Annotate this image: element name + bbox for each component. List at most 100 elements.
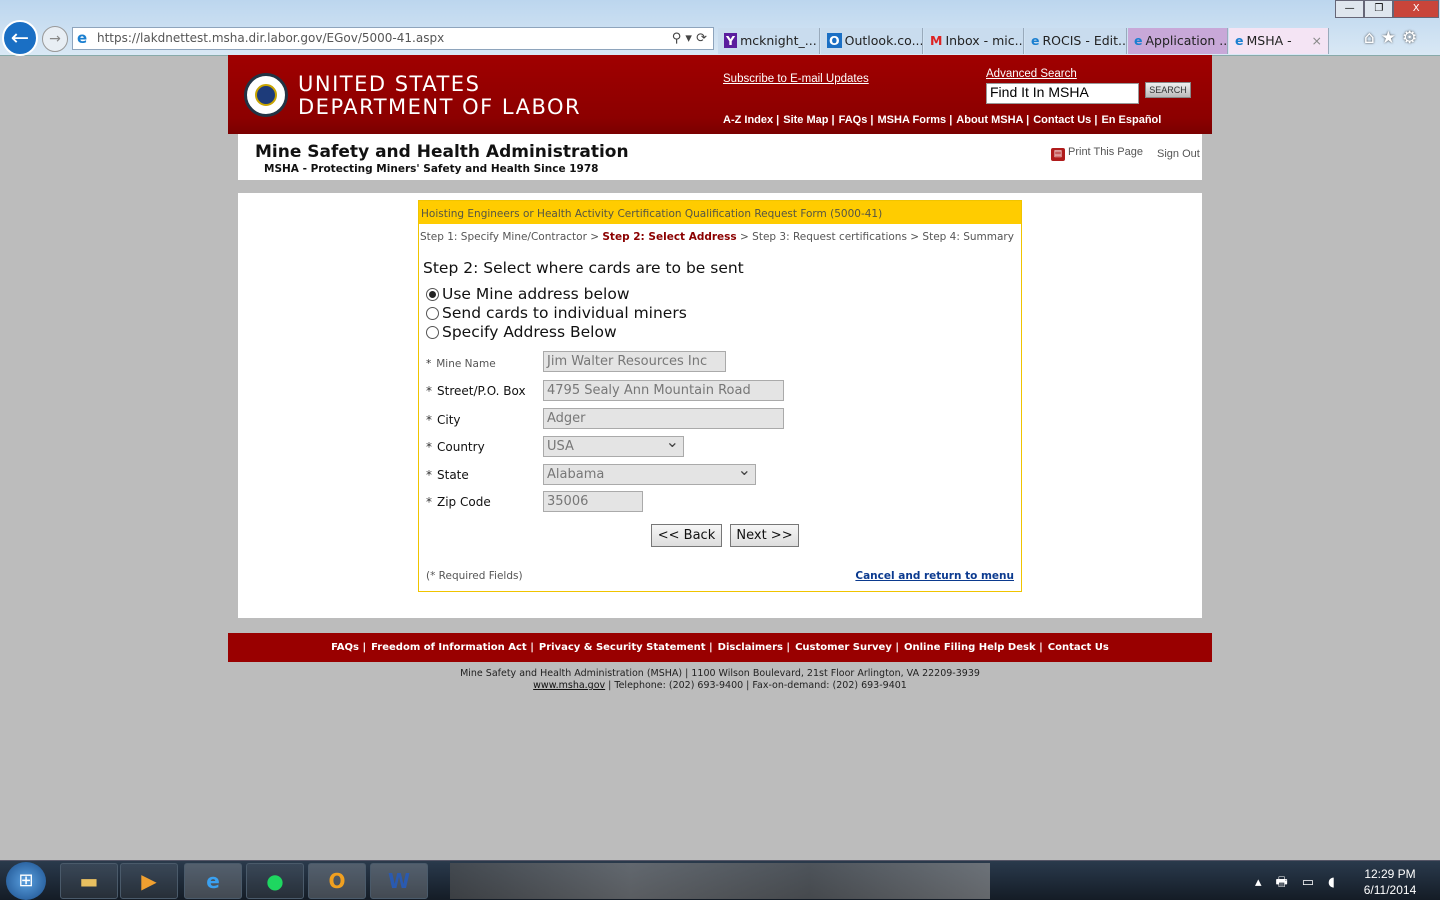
ie-taskbar-icon[interactable]: e (184, 863, 242, 899)
required-mark: * (426, 413, 432, 427)
next-step-button[interactable]: Next >> (730, 524, 799, 547)
close-tab-icon[interactable]: × (1312, 28, 1322, 54)
tab-label: MSHA - (1246, 33, 1292, 48)
nav-en-espanol[interactable]: En Español (1101, 114, 1161, 126)
state-label: * State (426, 468, 469, 482)
nav-about-msha[interactable]: About MSHA | (956, 114, 1029, 126)
footer-address: Mine Safety and Health Administration (M… (460, 668, 980, 679)
required-mark: * (426, 384, 432, 398)
dol-seal-logo[interactable] (244, 73, 288, 117)
agency-band: Mine Safety and Health Administration MS… (238, 134, 1202, 180)
gmail-icon: M (930, 33, 943, 48)
forward-button[interactable]: → (42, 26, 68, 52)
agency-tagline: MSHA - Protecting Miners' Safety and Hea… (264, 163, 599, 175)
nav-faqs[interactable]: FAQs | (839, 114, 874, 126)
explorer-icon[interactable]: ▬ (60, 863, 118, 899)
time: 12:29 PM (1364, 867, 1416, 881)
zip-field[interactable]: 35006 (543, 491, 643, 512)
search-refresh-icon[interactable]: ⚲ ▾ ⟳ (672, 28, 707, 49)
tab-msha-active[interactable]: e MSHA - × (1229, 28, 1329, 54)
tab-label: Application ... (1145, 33, 1228, 48)
radio-specify-address[interactable]: Specify Address Below (426, 323, 617, 341)
radio-use-mine-address[interactable]: Use Mine address below (426, 285, 630, 303)
tab-outlook[interactable]: O Outlook.co... (821, 28, 923, 54)
tab-gmail[interactable]: M Inbox - mic... (924, 28, 1024, 54)
footer-foia[interactable]: Freedom of Information Act | (371, 642, 534, 653)
yahoo-icon: Y (724, 33, 738, 48)
nav-msha-forms[interactable]: MSHA Forms | (878, 114, 953, 126)
footer-contact[interactable]: Contact Us (1048, 642, 1109, 653)
street-field[interactable]: 4795 Sealy Ann Mountain Road (543, 380, 784, 401)
sign-out-link[interactable]: Sign Out (1157, 148, 1200, 160)
radio-label: Specify Address Below (442, 323, 617, 341)
taskbar: ⊞ ▬ ▶ e ● O W ▴🖶▭◖ 12:29 PM 6/11/2014 (0, 860, 1440, 900)
home-favorites-settings-icons[interactable]: ⌂★⚙ (1364, 28, 1423, 48)
radio-unselected[interactable] (426, 306, 439, 320)
nav-site-map[interactable]: Site Map | (783, 114, 834, 126)
browser-chrome: ← → e https://lakdnettest.msha.dir.labor.… (0, 0, 1440, 56)
minimize-button[interactable]: — (1335, 0, 1365, 18)
search-button[interactable]: SEARCH (1145, 82, 1191, 98)
address-bar[interactable]: e https://lakdnettest.msha.dir.labor.gov/… (72, 27, 714, 50)
msha-site-link[interactable]: www.msha.gov (533, 680, 605, 691)
window-controls: — ❐ X (1335, 0, 1439, 18)
footer-contact-line: www.msha.gov | Telephone: (202) 693-9400… (228, 680, 1212, 691)
mine-name-field[interactable]: Jim Walter Resources Inc (543, 351, 726, 372)
radio-unselected[interactable] (426, 325, 439, 339)
tab-label: Inbox - mic... (945, 33, 1024, 48)
state-select[interactable]: Alabama (543, 460, 756, 485)
radio-selected[interactable] (426, 287, 439, 301)
footer-faqs[interactable]: FAQs | (331, 642, 366, 653)
footer-help-desk[interactable]: Online Filing Help Desk | (904, 642, 1043, 653)
site-header: UNITED STATES DEPARTMENT OF LABOR Subscr… (228, 55, 1212, 134)
subscribe-link[interactable]: Subscribe to E-mail Updates (723, 73, 869, 85)
advanced-search-link[interactable]: Advanced Search (986, 68, 1077, 80)
country-select[interactable]: USA (543, 432, 684, 457)
tab-label: Outlook.co... (844, 33, 923, 48)
footer-disclaimers[interactable]: Disclaimers | (718, 642, 790, 653)
tab-rocis[interactable]: e ROCIS - Edit... (1025, 28, 1127, 54)
step-heading: Step 2: Select where cards are to be sen… (423, 259, 744, 277)
city-label: * City (426, 413, 461, 427)
footer-survey[interactable]: Customer Survey | (795, 642, 899, 653)
cancel-link[interactable]: Cancel and return to menu (855, 570, 1014, 582)
back-step-button[interactable]: << Back (651, 524, 722, 547)
spotify-icon[interactable]: ● (246, 863, 304, 899)
request-form: Hoisting Engineers or Health Activity Ce… (418, 200, 1022, 592)
label-text: Country (437, 440, 485, 454)
nav-az-index[interactable]: A-Z Index | (723, 114, 779, 126)
required-note: (* Required Fields) (426, 570, 523, 582)
close-button[interactable]: X (1393, 0, 1439, 18)
step-1: Step 1: Specify Mine/Contractor (420, 231, 587, 243)
country-label: * Country (426, 440, 485, 454)
clock[interactable]: 12:29 PM 6/11/2014 (1358, 866, 1422, 898)
required-mark: * (426, 440, 432, 454)
ie-icon: e (77, 29, 88, 47)
radio-individual-miners[interactable]: Send cards to individual miners (426, 304, 687, 322)
city-field[interactable]: Adger (543, 408, 784, 429)
zip-label: * Zip Code (426, 495, 491, 509)
back-button[interactable]: ← (2, 20, 38, 56)
form-title: Hoisting Engineers or Health Activity Ce… (419, 201, 1021, 224)
tab-label: mcknight_... (740, 33, 817, 48)
step-2-active: Step 2: Select Address (602, 231, 737, 243)
word-icon[interactable]: W (370, 863, 428, 899)
restore-button[interactable]: ❐ (1364, 0, 1394, 18)
footer-privacy[interactable]: Privacy & Security Statement | (539, 642, 713, 653)
footer-nav: FAQs | Freedom of Information Act | Priv… (228, 633, 1212, 662)
required-mark: * (426, 468, 432, 482)
main-content: Hoisting Engineers or Health Activity Ce… (238, 193, 1202, 618)
outlook-taskbar-icon[interactable]: O (308, 863, 366, 899)
media-player-icon[interactable]: ▶ (120, 863, 178, 899)
radio-label: Send cards to individual miners (442, 304, 687, 322)
tab-yahoo[interactable]: Ymcknight_... (718, 28, 820, 54)
contact-text: | Telephone: (202) 693-9400 | Fax-on-dem… (605, 680, 907, 691)
tab-label: ROCIS - Edit... (1042, 33, 1127, 48)
system-tray-icons[interactable]: ▴🖶▭◖ (1255, 873, 1349, 895)
nav-contact-us[interactable]: Contact Us | (1033, 114, 1097, 126)
tab-application[interactable]: e Application ... (1128, 28, 1228, 54)
search-input[interactable]: Find It In MSHA (986, 83, 1139, 104)
select-value: Alabama (547, 467, 605, 482)
print-link[interactable]: ▤ Print This Page (1051, 146, 1143, 161)
start-button[interactable]: ⊞ (6, 862, 46, 900)
